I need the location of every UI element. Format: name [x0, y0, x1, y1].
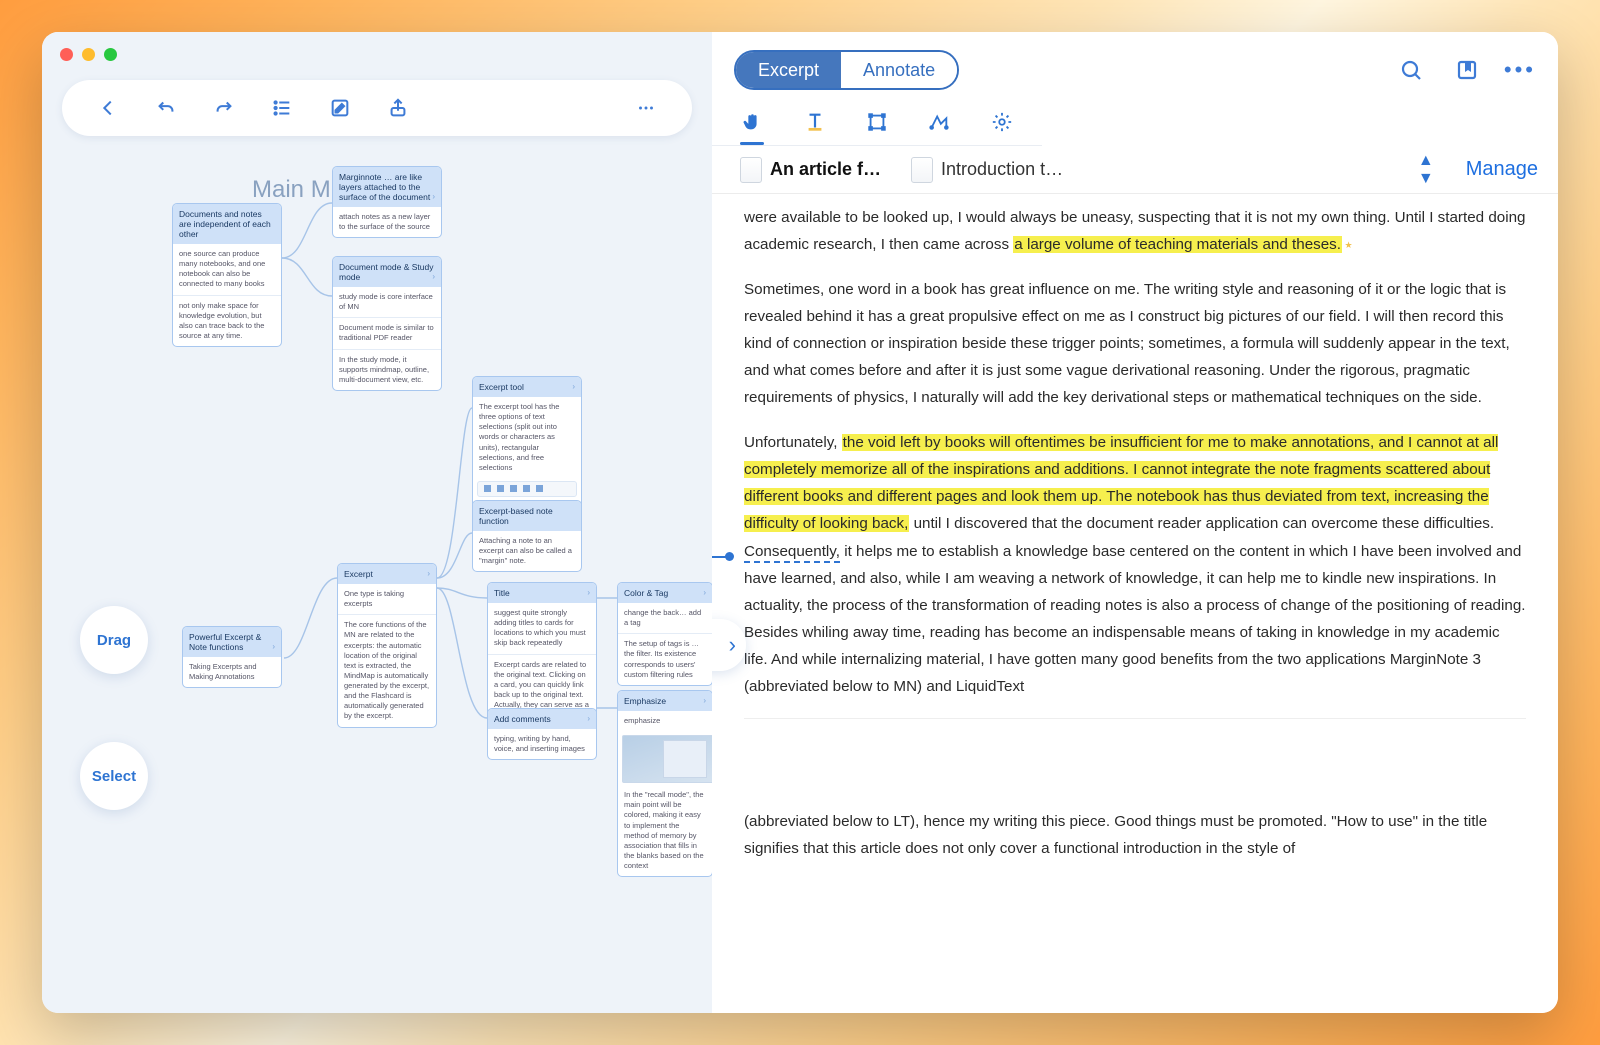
doc-icon: [911, 157, 933, 183]
rectangle-tool-icon[interactable]: [863, 100, 891, 144]
paragraph: Unfortunately, the void left by books wi…: [744, 429, 1526, 699]
dashed-underline: Consequently,: [744, 543, 840, 563]
node-powerful[interactable]: Powerful Excerpt & Note functions› Takin…: [182, 626, 282, 688]
close-window-button[interactable]: [60, 48, 73, 61]
mindmap-canvas[interactable]: Main MindMap Documents and notes are ind…: [42, 148, 712, 1013]
mindmap-toolbar: [62, 80, 692, 136]
settings-tool-icon[interactable]: [988, 100, 1016, 144]
node-excerpt-fn[interactable]: Excerpt-based note function Attaching a …: [472, 500, 582, 572]
emphasize-thumbnail: [622, 735, 712, 783]
node-modes[interactable]: Document mode & Study mode› study mode i…: [332, 256, 442, 391]
paragraph: were available to be looked up, I would …: [744, 204, 1526, 258]
maximize-window-button[interactable]: [104, 48, 117, 61]
next-page-button[interactable]: ›: [729, 625, 736, 664]
mindmap-pane: Main MindMap Documents and notes are ind…: [42, 32, 712, 1013]
edit-button[interactable]: [320, 88, 360, 128]
select-mode-button[interactable]: Select: [80, 742, 148, 810]
more-button[interactable]: [626, 88, 666, 128]
drag-mode-button[interactable]: Drag: [80, 606, 148, 674]
paragraph: (abbreviated below to LT), hence my writ…: [744, 808, 1526, 862]
excerpt-link-dot: [725, 552, 734, 561]
redo-button[interactable]: [204, 88, 244, 128]
highlight[interactable]: a large volume of teaching materials and…: [1013, 236, 1342, 253]
reader-topbar: Excerpt Annotate •••: [712, 32, 1558, 96]
search-icon[interactable]: [1394, 53, 1428, 87]
mode-segmented-control: Excerpt Annotate: [734, 50, 959, 90]
hand-tool-icon[interactable]: [738, 100, 766, 144]
back-button[interactable]: [88, 88, 128, 128]
node-docs-notes[interactable]: Documents and notes are independent of e…: [172, 203, 282, 347]
sort-tabs-icon[interactable]: ▲▼: [1418, 152, 1434, 188]
manage-tabs-button[interactable]: Manage: [1466, 158, 1538, 181]
doc-tab-1[interactable]: An article f…: [732, 153, 889, 187]
paragraph: Sometimes, one word in a book has great …: [744, 276, 1526, 411]
outline-button[interactable]: [262, 88, 302, 128]
annotate-mode-button[interactable]: Annotate: [841, 52, 957, 88]
window-controls: [60, 48, 117, 61]
reader-more-button[interactable]: •••: [1504, 57, 1536, 83]
node-layers[interactable]: Marginnote … are like layers attached to…: [332, 166, 442, 238]
reader-pane: Excerpt Annotate ••• An article f… Intro…: [712, 32, 1558, 1013]
app-window: Main MindMap Documents and notes are ind…: [42, 32, 1558, 1013]
node-excerpt[interactable]: Excerpt› One type is taking excerpts The…: [337, 563, 437, 728]
annotation-tools: [712, 96, 1042, 146]
bookmark-icon[interactable]: [1450, 53, 1484, 87]
text-select-tool-icon[interactable]: [800, 100, 828, 144]
node-title[interactable]: Title› suggest quite strongly adding tit…: [487, 582, 597, 726]
node-color-tag[interactable]: Color & Tag› change the back… add a tag …: [617, 582, 712, 686]
node-emphasize[interactable]: Emphasize› emphasize In the "recall mode…: [617, 690, 712, 877]
excerpt-tool-icons: [477, 481, 577, 497]
document-content[interactable]: were available to be looked up, I would …: [712, 194, 1558, 1013]
minimize-window-button[interactable]: [82, 48, 95, 61]
node-add-comments[interactable]: Add comments› typing, writing by hand, v…: [487, 708, 597, 760]
page-gap: [744, 718, 1526, 808]
excerpt-mode-button[interactable]: Excerpt: [736, 52, 841, 88]
page-nav-pill: ‹ ›: [712, 619, 746, 671]
doc-tab-2[interactable]: Introduction t…: [903, 153, 1071, 187]
document-tabs: An article f… Introduction t… ▲▼ Manage: [712, 146, 1558, 194]
doc-icon: [740, 157, 762, 183]
star-icon: ★: [1342, 240, 1353, 250]
share-button[interactable]: [378, 88, 418, 128]
undo-button[interactable]: [146, 88, 186, 128]
lasso-tool-icon[interactable]: [925, 100, 953, 144]
